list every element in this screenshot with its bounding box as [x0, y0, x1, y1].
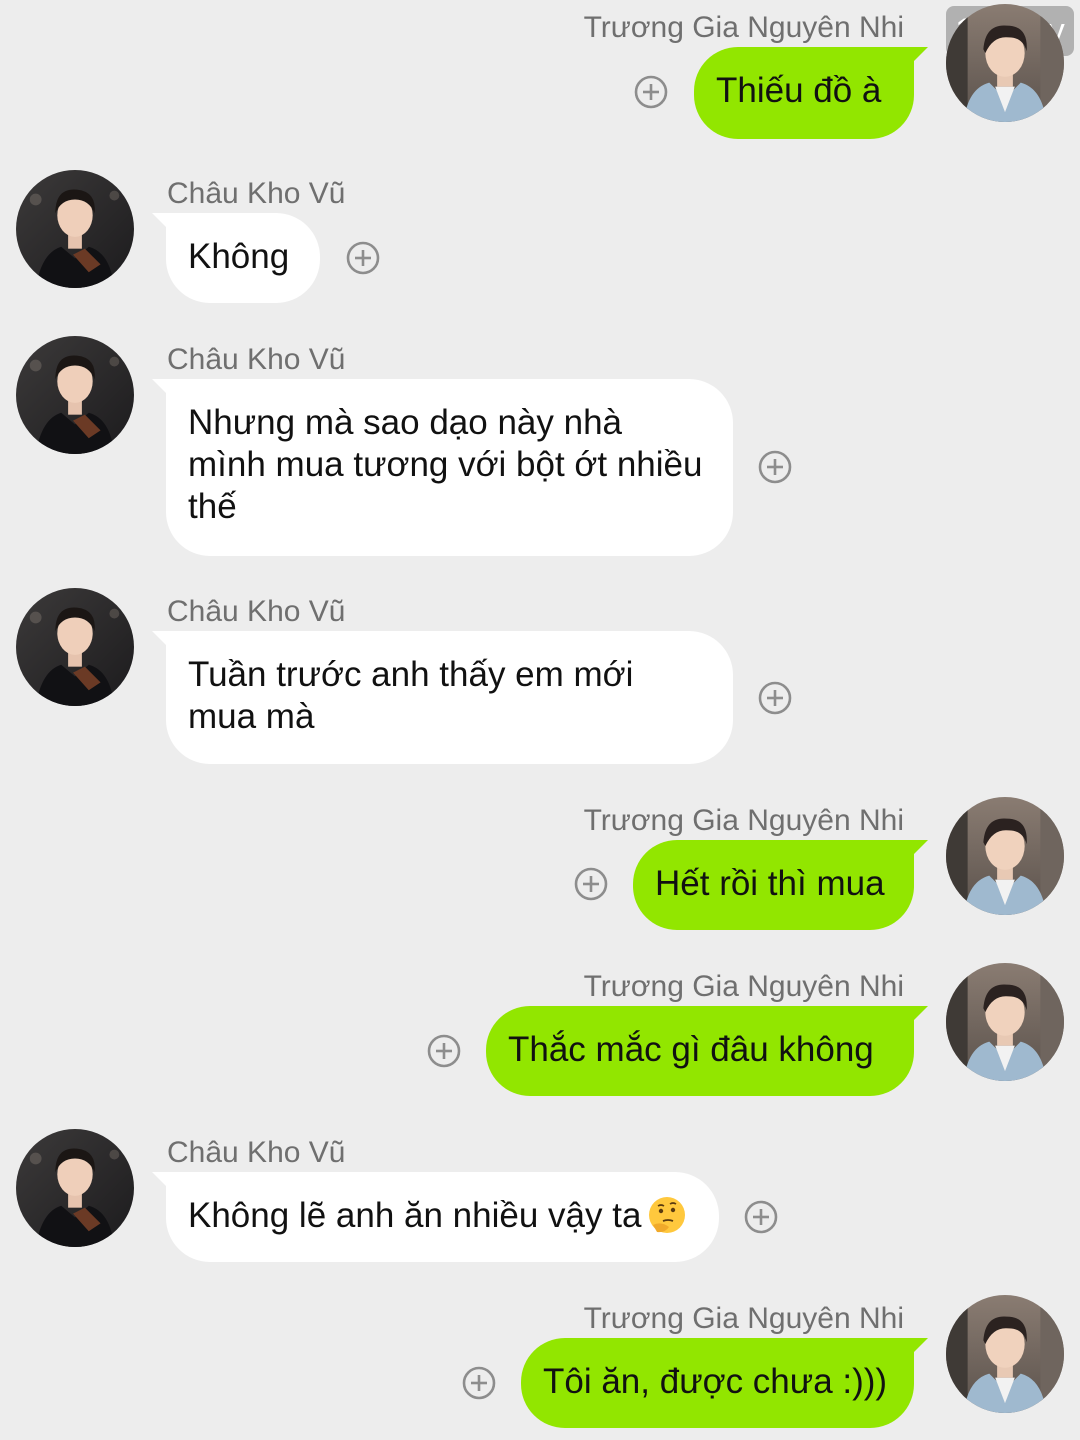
message-text: Không lẽ anh ăn nhiều vậy ta	[188, 1196, 642, 1235]
avatar-me[interactable]	[946, 797, 1064, 915]
message-bubble-incoming[interactable]: Không	[152, 213, 320, 303]
message-bubble-incoming[interactable]: Không lẽ anh ăn nhiều vậy ta	[152, 1172, 719, 1262]
avatar-me[interactable]	[946, 963, 1064, 1081]
avatar-me[interactable]	[946, 1295, 1064, 1413]
message-bubble-incoming[interactable]: Nhưng mà sao dạo này nhà mình mua tương …	[152, 379, 733, 556]
message-text: Hết rồi thì mua	[655, 864, 885, 903]
sender-name: Trương Gia Nguyên Nhi	[583, 804, 904, 837]
sender-name: Trương Gia Nguyên Nhi	[583, 11, 904, 44]
sender-name: Châu Kho Vũ	[167, 177, 346, 210]
add-reaction-icon[interactable]	[634, 75, 668, 109]
message-bubble-outgoing[interactable]: Hết rồi thì mua	[633, 840, 928, 930]
sender-name: Châu Kho Vũ	[167, 1136, 346, 1169]
avatar-other[interactable]	[16, 588, 134, 706]
avatar-other[interactable]	[16, 170, 134, 288]
message-bubble-outgoing[interactable]: Tôi ăn, được chưa :)))	[521, 1338, 928, 1428]
avatar-other[interactable]	[16, 336, 134, 454]
add-reaction-icon[interactable]	[758, 450, 792, 484]
sender-name: Châu Kho Vũ	[167, 343, 346, 376]
add-reaction-icon[interactable]	[346, 241, 380, 275]
message-text: Tuần trước anh thấy em mới mua mà	[188, 655, 634, 736]
add-reaction-icon[interactable]	[758, 681, 792, 715]
avatar-other[interactable]	[16, 1129, 134, 1247]
message-text: Thắc mắc gì đâu không	[508, 1030, 874, 1069]
add-reaction-icon[interactable]	[462, 1366, 496, 1400]
sender-name: Trương Gia Nguyên Nhi	[583, 1302, 904, 1335]
sender-name: Trương Gia Nguyên Nhi	[583, 970, 904, 1003]
add-reaction-icon[interactable]	[744, 1200, 778, 1234]
sender-name: Châu Kho Vũ	[167, 595, 346, 628]
message-bubble-outgoing[interactable]: Thiếu đồ à	[694, 47, 928, 139]
message-bubble-outgoing[interactable]: Thắc mắc gì đâu không	[486, 1006, 928, 1096]
message-text: Không	[188, 237, 290, 276]
add-reaction-icon[interactable]	[427, 1034, 461, 1068]
message-text: Nhưng mà sao dạo này nhà mình mua tương …	[188, 403, 703, 526]
avatar-me[interactable]	[946, 4, 1064, 122]
message-text: Thiếu đồ à	[716, 71, 882, 110]
message-text: Tôi ăn, được chưa :)))	[543, 1362, 888, 1401]
thinking-face-icon	[647, 1195, 687, 1235]
message-bubble-incoming[interactable]: Tuần trước anh thấy em mới mua mà	[152, 631, 733, 764]
add-reaction-icon[interactable]	[574, 867, 608, 901]
